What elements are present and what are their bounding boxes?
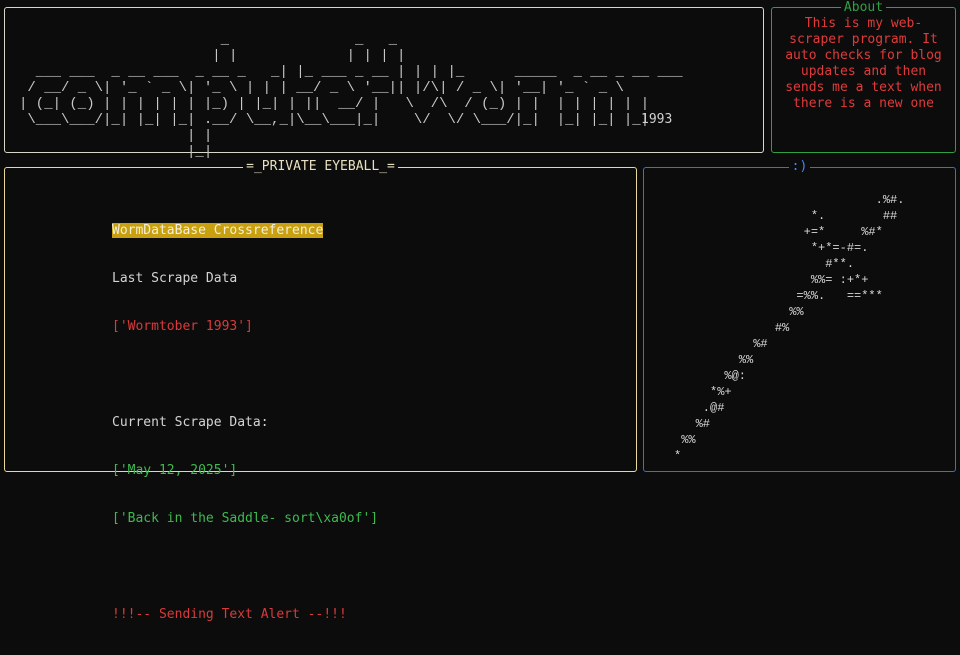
about-title: About [772,0,955,16]
smiley-title: :) [644,159,955,175]
smiley-panel: :) .%#. *. ## +=* %#* *+*=-#=. #**. %%= … [643,159,956,472]
current-scrape-date: ['May 12, 2025'] [112,463,238,478]
private-eyeball-title: =_PRIVATE EYEBALL_= [5,159,636,175]
about-panel: About This is my web-scraper program. It… [771,0,956,153]
current-scrape-label: Current Scrape Data: [112,415,269,430]
section-heading: WormDataBase Crossreference [112,223,324,238]
worm-ascii-art: .%#. *. ## +=* %#* *+*=-#=. #**. %%= :+*… [674,193,905,463]
last-scrape-value: ['Wormtober 1993'] [112,319,253,334]
scrape-output: WormDataBase Crossreference Last Scrape … [112,191,378,655]
banner-year: 1993 [641,112,673,127]
text-alert-status: !!!-- Sending Text Alert --!!! [112,607,347,622]
last-scrape-label: Last Scrape Data [112,271,238,286]
current-scrape-title: ['Back in the Saddle- sort\xa0of'] [112,511,379,526]
header-panel: _ _ _ | | | | | | ___ ___ _ __ ___ _ __ … [4,7,764,160]
about-description: This is my web-scraper program. It auto … [785,16,942,111]
banner-ascii-art: _ _ _ | | | | | | ___ ___ _ __ ___ _ __ … [19,32,683,160]
private-eyeball-panel: =_PRIVATE EYEBALL_= WormDataBase Crossre… [4,159,637,622]
